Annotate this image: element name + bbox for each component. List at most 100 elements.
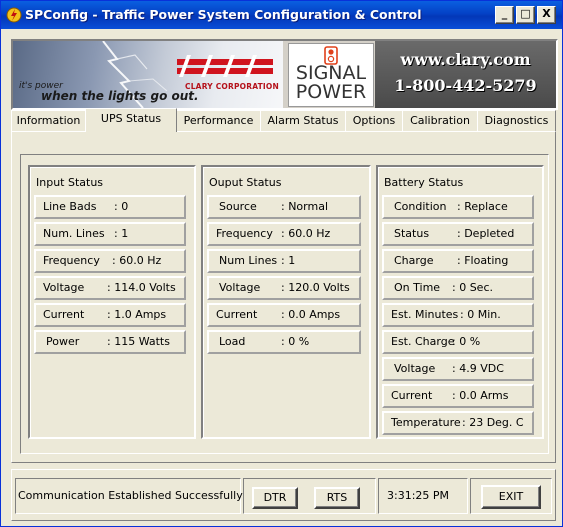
battery-row: Est. Charge : 0 % <box>382 330 534 354</box>
power-text: POWER <box>295 81 367 103</box>
battery-label: Status <box>394 227 430 240</box>
input-value: : 1.0 Amps <box>107 308 167 321</box>
app-window: SPConfig - Traffic Power System Configur… <box>0 0 563 527</box>
clock-time: 3:31:25 PM <box>387 489 450 502</box>
status-frame: Input Status Line Bads : 0 Num. Lines : … <box>20 154 549 454</box>
output-label: Num Lines <box>219 254 278 267</box>
battery-row: On Time : 0 Sec. <box>382 276 534 300</box>
output-label: Current <box>216 308 258 321</box>
input-value: : 60.0 Hz <box>112 254 162 267</box>
clary-logo <box>177 55 273 77</box>
minimize-button[interactable]: _ <box>495 6 514 24</box>
tab-performance[interactable]: Performance <box>176 110 261 131</box>
status-message: Communication Established Successfully <box>18 489 243 502</box>
tab-ups-status[interactable]: UPS Status <box>85 108 177 132</box>
output-row: Load : 0 % <box>207 330 361 354</box>
battery-status-title: Battery Status <box>384 176 464 189</box>
battery-value: : 4.9 VDC <box>452 362 504 375</box>
battery-row: Condition : Replace <box>382 195 534 219</box>
exit-button[interactable]: EXIT <box>481 485 541 509</box>
clary-banner-image: it's power when the lights go out. CLARY… <box>13 41 283 108</box>
input-row: Frequency : 60.0 Hz <box>34 249 186 273</box>
input-row: Current : 1.0 Amps <box>34 303 186 327</box>
battery-row: Charge : Floating <box>382 249 534 273</box>
output-value: : 1 <box>281 254 296 267</box>
output-value: : 0 % <box>281 335 310 348</box>
phone-number: 1-800-442-5279 <box>394 76 537 95</box>
battery-label: Temperature <box>391 416 461 429</box>
input-label: Current <box>43 308 85 321</box>
input-row: Power : 115 Watts <box>34 330 186 354</box>
battery-row: Voltage : 4.9 VDC <box>382 357 534 381</box>
input-status-title: Input Status <box>36 176 104 189</box>
input-value: : 0 <box>114 200 129 213</box>
input-row: Line Bads : 0 <box>34 195 186 219</box>
battery-row: Temperature : 23 Deg. C <box>382 411 534 435</box>
output-row: Voltage : 120.0 Volts <box>207 276 361 300</box>
tab-calibration[interactable]: Calibration <box>402 110 478 131</box>
tab-diagnostics[interactable]: Diagnostics <box>477 110 556 131</box>
dtr-button[interactable]: DTR <box>252 487 298 509</box>
input-value: : 115 Watts <box>107 335 170 348</box>
battery-row: Current : 0.0 Arms <box>382 384 534 408</box>
rts-button[interactable]: RTS <box>314 487 360 509</box>
clock-panel: 3:31:25 PM <box>378 478 468 514</box>
battery-row: Status : Depleted <box>382 222 534 246</box>
battery-value: : 23 Deg. C <box>462 416 524 429</box>
battery-label: Condition <box>394 200 447 213</box>
signal-power-logo: SIGNAL POWER <box>288 43 374 107</box>
app-icon <box>6 7 22 23</box>
battery-value: : 0.0 Arms <box>452 389 509 402</box>
input-row: Num. Lines : 1 <box>34 222 186 246</box>
message-panel: Communication Established Successfully <box>15 478 243 514</box>
output-status-title: Ouput Status <box>209 176 282 189</box>
battery-value: : Depleted <box>457 227 515 240</box>
battery-value: : 0 % <box>452 335 481 348</box>
output-value: : Normal <box>281 200 329 213</box>
output-row: Num Lines : 1 <box>207 249 361 273</box>
battery-value: : 0 Min. <box>460 308 501 321</box>
input-value: : 114.0 Volts <box>107 281 176 294</box>
output-value: : 120.0 Volts <box>281 281 350 294</box>
output-label: Voltage <box>219 281 261 294</box>
input-status-group: Input Status Line Bads : 0 Num. Lines : … <box>28 165 196 439</box>
input-value: : 1 <box>114 227 129 240</box>
ups-status-panel: Input Status Line Bads : 0 Num. Lines : … <box>11 131 556 463</box>
battery-label: Charge <box>394 254 434 267</box>
output-value: : 60.0 Hz <box>281 227 331 240</box>
input-label: Frequency <box>43 254 100 267</box>
tab-alarm-status[interactable]: Alarm Status <box>260 110 346 131</box>
tab-information[interactable]: Information <box>11 110 86 131</box>
output-row: Source : Normal <box>207 195 361 219</box>
slogan-main: when the lights go out. <box>41 89 199 103</box>
signal-buttons-panel: DTR RTS <box>243 478 376 514</box>
output-label: Load <box>219 335 246 348</box>
tab-options[interactable]: Options <box>345 110 403 131</box>
input-row: Voltage : 114.0 Volts <box>34 276 186 300</box>
battery-value: : 0 Sec. <box>452 281 493 294</box>
tab-strip: Information UPS Status Performance Alarm… <box>11 108 556 132</box>
battery-label: Current <box>391 389 433 402</box>
battery-value: : Floating <box>457 254 509 267</box>
output-label: Source <box>219 200 257 213</box>
window-title: SPConfig - Traffic Power System Configur… <box>25 7 422 22</box>
input-label: Power <box>46 335 80 348</box>
output-row: Current : 0.0 Amps <box>207 303 361 327</box>
input-label: Num. Lines <box>43 227 105 240</box>
close-button[interactable]: X <box>537 6 556 24</box>
input-label: Voltage <box>43 281 85 294</box>
output-value: : 0.0 Amps <box>281 308 341 321</box>
clary-corporation-label: CLARY CORPORATION <box>185 82 279 91</box>
battery-label: On Time <box>394 281 441 294</box>
restore-button[interactable]: □ <box>516 6 535 24</box>
website-url: www.clary.com <box>400 50 531 69</box>
title-bar[interactable]: SPConfig - Traffic Power System Configur… <box>1 1 562 29</box>
battery-label: Est. Minutes <box>391 308 459 321</box>
battery-label: Voltage <box>394 362 436 375</box>
battery-row: Est. Minutes : 0 Min. <box>382 303 534 327</box>
battery-label: Est. Charge <box>391 335 455 348</box>
banner: it's power when the lights go out. CLARY… <box>11 39 558 110</box>
output-status-group: Ouput Status Source : Normal Frequency :… <box>201 165 371 439</box>
status-bar: Communication Established Successfully D… <box>11 469 556 521</box>
output-label: Frequency <box>216 227 273 240</box>
